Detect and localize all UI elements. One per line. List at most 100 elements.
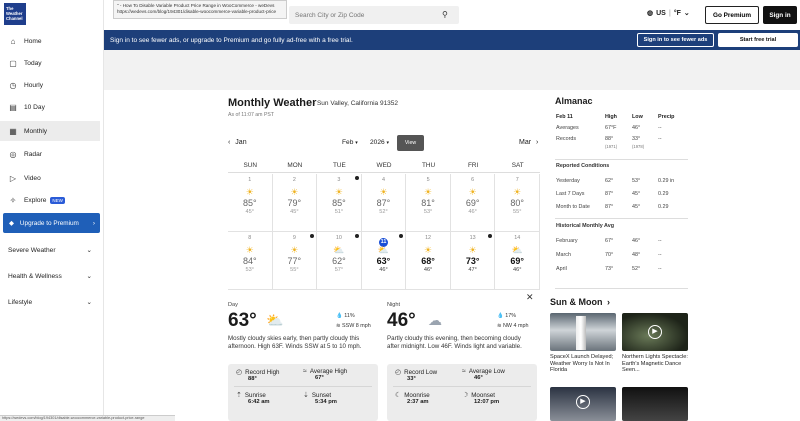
low-temp: 46° — [512, 267, 522, 273]
start-free-trial-button[interactable]: Start free trial — [718, 33, 798, 47]
calendar-day-cell[interactable]: 10 ⛅ 62° 57° — [317, 232, 362, 290]
sidebar-section-lifestyle[interactable]: Lifestyle ⌄ — [0, 293, 100, 311]
sidebar-item-hourly[interactable]: ◷ Hourly — [0, 75, 100, 95]
video-thumbnail-3[interactable]: ▶ — [550, 387, 616, 421]
night-records-card: ◴ Record Low 33° ≈ Average Low 46° ☾ Moonri… — [387, 364, 537, 421]
almanac-high: 62° — [605, 177, 614, 184]
average-icon: ≈ — [462, 368, 466, 375]
calendar-day-cell[interactable]: 14 ⛅ 69° 46° — [495, 232, 540, 290]
moon-phase-icon — [354, 176, 359, 180]
calendar-day-cell[interactable]: 6 ☀ 69° 46° — [450, 174, 496, 232]
calendar-day-cell[interactable]: 13 ☀ 73° 47° — [450, 232, 496, 290]
close-icon[interactable]: ✕ — [526, 292, 534, 303]
high-temp: 85° — [242, 198, 257, 208]
sun-moon-title[interactable]: Sun & Moon › — [550, 297, 610, 307]
moonrise-label: Moonrise — [404, 392, 430, 399]
sidebar-item-radar[interactable]: ◎ Radar — [0, 144, 100, 164]
almanac-high: 87° — [605, 190, 614, 197]
go-premium-button[interactable]: Go Premium — [705, 6, 759, 24]
record-high-label: Record High — [245, 369, 280, 376]
day-number: 12 — [425, 235, 432, 241]
next-month-label: Mar — [519, 139, 532, 146]
calendar-icon: ▤ — [9, 102, 17, 112]
sidebar-item-label: Home — [24, 37, 42, 45]
calendar-day-cell[interactable]: 7 ☀ 80° 55° — [495, 174, 540, 232]
day-of-week-label: MON — [287, 162, 303, 169]
sidebar-item-home[interactable]: ⌂ Home — [0, 31, 100, 51]
moonset-value: 12:07 pm — [474, 399, 500, 405]
day-number: 14 — [514, 235, 521, 241]
video-thumbnail-4[interactable] — [622, 387, 688, 421]
day-wind-value: SSW 8 mph — [342, 323, 371, 329]
day-number: 7 — [515, 177, 519, 183]
sunny-icon: ☀ — [424, 245, 433, 255]
banner-sign-in-button[interactable]: Sign in to see fewer ads — [637, 33, 714, 47]
day-records-card: ◴ Record High 88° ≈ Average High 67° ⇡ Sunr… — [228, 364, 378, 421]
high-temp: 77° — [287, 256, 302, 266]
prev-month-link[interactable]: ‹ Jan — [228, 139, 247, 146]
section-label: Lifestyle — [8, 298, 33, 306]
almanac-low: 48° — [632, 252, 641, 258]
calendar-day-cell[interactable]: 4 ☀ 87° 52° — [361, 174, 407, 232]
high-temp: 63° — [376, 256, 391, 266]
day-number: 4 — [381, 177, 385, 183]
upgrade-premium-sidebar-button[interactable]: ◆ Upgrade to Premium › — [3, 213, 100, 233]
section-label: Severe Weather — [8, 246, 56, 254]
unit-selector[interactable]: ◍ US | °F ⌄ — [647, 9, 690, 18]
calendar-day-cell[interactable]: 11 ⛅ 63° 46° — [361, 232, 407, 290]
northern-lights-thumbnail[interactable]: ▶ — [622, 313, 688, 351]
low-temp: 53° — [245, 267, 255, 273]
divider — [555, 288, 688, 289]
thermometer-icon: ◴ — [395, 369, 402, 376]
sidebar-item-10-day[interactable]: ▤ 10 Day — [0, 97, 100, 117]
sidebar-item-label: 10 Day — [24, 103, 45, 111]
month-select[interactable]: Feb ▾ — [342, 139, 358, 146]
calendar-day-cell[interactable]: 12 ☀ 68° 46° — [406, 232, 451, 290]
sidebar-item-video[interactable]: ▷ Video — [0, 168, 100, 188]
low-temp: 45° — [290, 209, 299, 215]
location-label: - Sun Valley, California 91352 — [313, 100, 399, 107]
calendar-day-cell[interactable]: 3 ☀ 85° 51° — [317, 174, 362, 232]
year-select[interactable]: 2026 ▾ — [370, 139, 389, 146]
view-button[interactable]: View — [397, 135, 424, 151]
almanac-precip: 0.29 — [658, 203, 669, 210]
moonrise-icon: ☾ — [395, 392, 402, 399]
sidebar-item-monthly[interactable]: ▦ Monthly — [0, 121, 100, 141]
wind-icon: ≋ — [497, 323, 502, 329]
sidebar-item-explore[interactable]: ✧ Explore NEW — [0, 190, 100, 210]
averages-high: 67°F — [605, 125, 617, 131]
story-spacex-headline[interactable]: SpaceX Launch Delayed; Weather Worry Is … — [550, 354, 616, 374]
day-label: Day — [228, 302, 238, 308]
sidebar-item-today[interactable]: ▢ Today — [0, 53, 100, 73]
high-temp: 69° — [465, 198, 480, 208]
almanac-high: 70° — [605, 252, 614, 258]
next-month-link[interactable]: Mar › — [519, 139, 538, 146]
calendar-day-cell[interactable]: 1 ☀ 85° 45° — [228, 174, 273, 232]
sign-in-button[interactable]: Sign in — [763, 6, 797, 24]
unit-temp: °F — [673, 9, 681, 17]
unit-divider: | — [668, 9, 671, 17]
raindrop-icon: 💧 — [336, 313, 343, 319]
almanac-row: Last 7 Days 87° 45° 0.29 — [556, 187, 686, 200]
almanac-precip: 0.29 — [658, 190, 669, 197]
search-input[interactable] — [289, 6, 459, 24]
video-icon: ▷ — [9, 173, 17, 183]
sidebar-section-severe-weather[interactable]: Severe Weather ⌄ — [0, 241, 100, 259]
spacex-launch-thumbnail[interactable] — [550, 313, 616, 351]
sidebar-section-health[interactable]: Health & Wellness ⌄ — [0, 267, 100, 285]
calendar-day-cell[interactable]: 8 ☀ 84° 53° — [228, 232, 273, 290]
story-northern-lights-headline[interactable]: Northern Lights Spectacle: Earth's Magne… — [622, 354, 688, 374]
calendar-day-cell[interactable]: 5 ☀ 81° 53° — [406, 174, 451, 232]
divider — [555, 218, 688, 219]
high-temp: 85° — [332, 198, 346, 208]
averages-label: Averages — [556, 125, 579, 131]
day-precip: 💧 11% — [336, 312, 355, 321]
almanac-label: April — [556, 266, 567, 272]
averages-precip: -- — [658, 125, 662, 131]
calendar-day-cell[interactable]: 9 ☀ 77° 55° — [272, 232, 318, 290]
search-icon[interactable]: ⚲ — [442, 10, 448, 19]
low-temp: 57° — [334, 267, 344, 273]
day-of-week-label: SUN — [243, 162, 258, 169]
weather-channel-logo[interactable]: The Weather Channel — [4, 3, 26, 25]
calendar-day-cell[interactable]: 2 ☀ 79° 45° — [272, 174, 318, 232]
